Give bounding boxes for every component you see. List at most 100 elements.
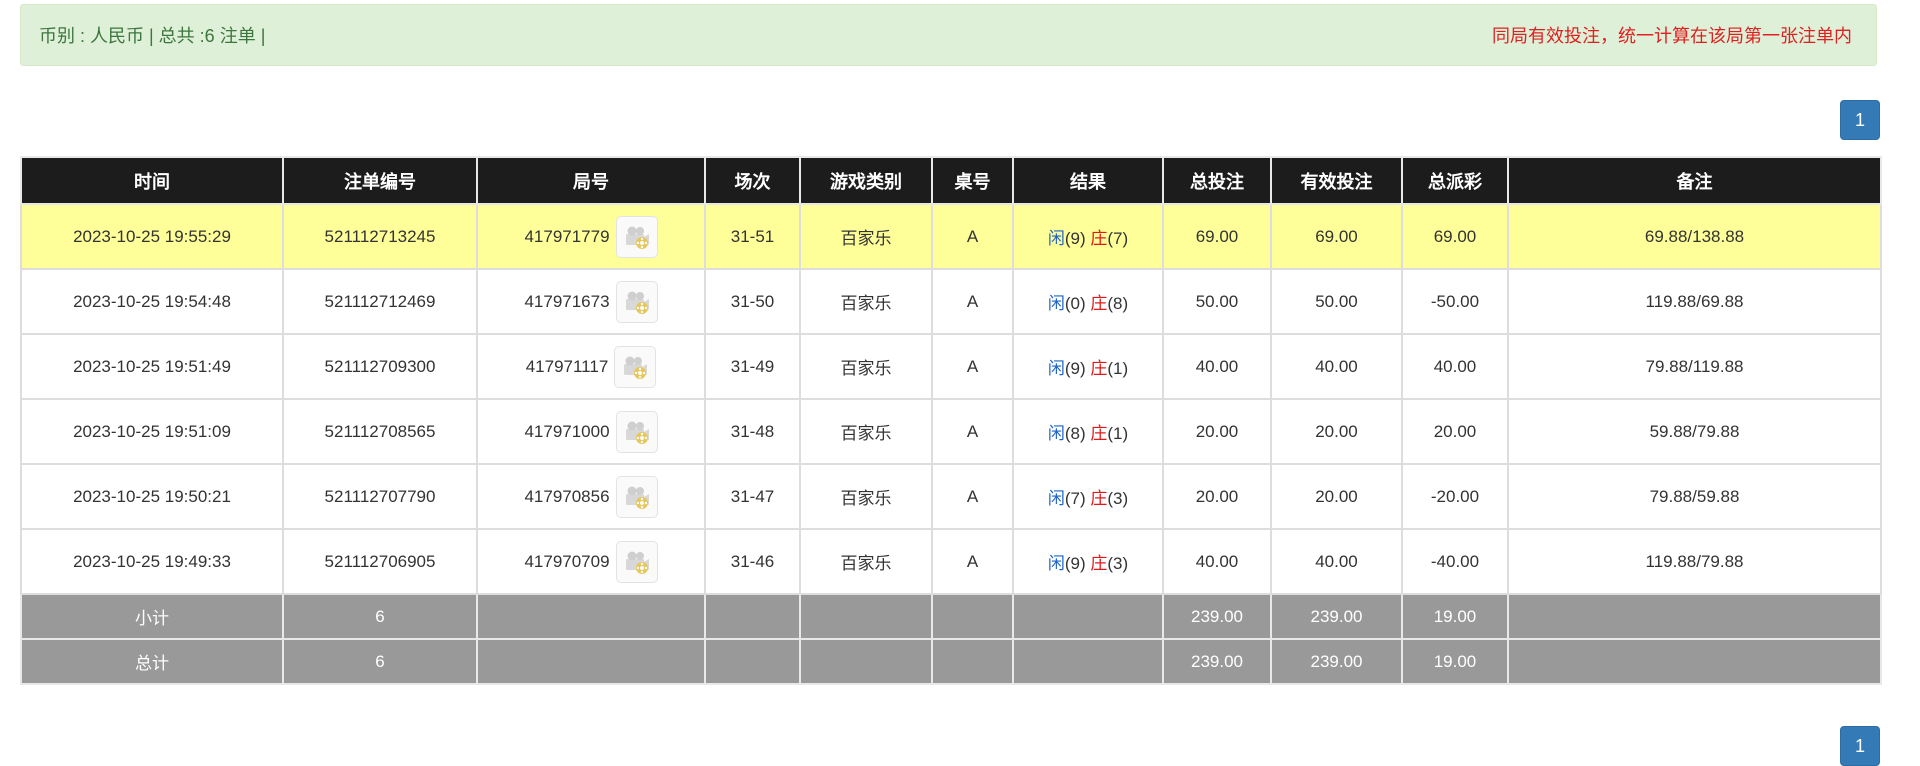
cell-table-no: A [931,528,1014,595]
round-no-value: 417971673 [524,291,610,311]
cell-game-type: 百家乐 [799,528,933,595]
cell-time: 2023-10-25 19:51:09 [20,398,284,465]
cell-session: 31-49 [704,333,801,400]
total-empty [799,593,933,640]
cell-note: 119.88/79.88 [1507,528,1882,595]
header-total-bet: 总投注 [1162,156,1272,205]
total-label: 小计 [20,593,284,640]
header-valid-bet: 有效投注 [1270,156,1403,205]
result-banker-label: 庄 [1090,229,1108,248]
round-no-wrap: 417971117 [525,345,657,388]
table-row: 2023-10-25 19:51:09 521112708565 417971000… [20,398,1882,465]
result-banker-score: (3) [1107,554,1129,573]
round-no-wrap: 417970709 [524,540,658,583]
info-bar: 币别 : 人民币 | 总共 :6 注单 | 同局有效投注，统一计算在该局第一张注… [20,4,1877,66]
total-label: 总计 [20,638,284,685]
table-header-row: 时间 注单编号 局号 场次 游戏类别 桌号 结果 总投注 有效投注 总派彩 备注 [20,156,1882,205]
table-row: 2023-10-25 19:50:21 521112707790 417970856… [20,463,1882,530]
total-count: 6 [282,638,478,685]
total-empty [704,638,801,685]
header-note: 备注 [1507,156,1882,205]
cell-bet-no: 521112708565 [282,398,478,465]
cell-payout: 69.00 [1401,203,1509,270]
table-row: 2023-10-25 19:49:33 521112706905 417970709… [20,528,1882,595]
header-payout: 总派彩 [1401,156,1509,205]
cell-payout: -40.00 [1401,528,1509,595]
cell-table-no: A [931,463,1014,530]
round-no-value: 417970856 [524,486,610,506]
header-round-no: 局号 [476,156,706,205]
cell-valid-bet: 20.00 [1270,398,1403,465]
cell-bet-no: 521112712469 [282,268,478,335]
cell-total-bet: 20.00 [1162,398,1272,465]
cell-round-no: 417970709 [476,528,706,595]
cell-time: 2023-10-25 19:51:49 [20,333,284,400]
cell-round-no: 417971673 [476,268,706,335]
result-player-score: (8) [1064,424,1086,443]
result-banker-score: (1) [1107,359,1129,378]
film-reel-icon[interactable] [615,475,658,518]
result-player-label: 闲 [1047,359,1065,378]
total-empty [931,638,1014,685]
total-valid-bet: 239.00 [1270,593,1403,640]
round-no-wrap: 417970856 [524,475,658,518]
film-reel-icon[interactable] [615,280,658,323]
cell-time: 2023-10-25 19:49:33 [20,528,284,595]
cell-result: 闲(9) 庄(1) [1012,333,1164,400]
cell-payout: -50.00 [1401,268,1509,335]
result-player-label: 闲 [1047,554,1065,573]
cell-result: 闲(0) 庄(8) [1012,268,1164,335]
film-reel-icon[interactable] [614,345,657,388]
result-player-label: 闲 [1047,424,1065,443]
cell-valid-bet: 40.00 [1270,528,1403,595]
cell-round-no: 417971117 [476,333,706,400]
cell-session: 31-46 [704,528,801,595]
cell-result: 闲(7) 庄(3) [1012,463,1164,530]
cell-note: 119.88/69.88 [1507,268,1882,335]
cell-total-bet: 69.00 [1162,203,1272,270]
pagination-page-button[interactable]: 1 [1840,100,1880,140]
cell-round-no: 417971000 [476,398,706,465]
cell-note: 69.88/138.88 [1507,203,1882,270]
total-empty [799,638,933,685]
round-no-value: 417971117 [525,356,609,376]
result-player-label: 闲 [1047,294,1065,313]
cell-valid-bet: 69.00 [1270,203,1403,270]
result-banker-label: 庄 [1090,359,1108,378]
result-banker-score: (3) [1107,489,1129,508]
round-no-wrap: 417971673 [524,280,658,323]
cell-note: 59.88/79.88 [1507,398,1882,465]
result-banker-label: 庄 [1090,489,1108,508]
cell-game-type: 百家乐 [799,333,933,400]
cell-valid-bet: 50.00 [1270,268,1403,335]
result-player-score: (9) [1064,229,1086,248]
cell-game-type: 百家乐 [799,203,933,270]
film-reel-icon[interactable] [615,540,658,583]
pagination-page-button-bottom[interactable]: 1 [1840,726,1880,766]
cell-round-no: 417971779 [476,203,706,270]
cell-total-bet: 20.00 [1162,463,1272,530]
cell-bet-no: 521112713245 [282,203,478,270]
result-banker-score: (7) [1107,229,1129,248]
cell-table-no: A [931,203,1014,270]
table-row: 2023-10-25 19:51:49 521112709300 417971117… [20,333,1882,400]
total-empty [1012,638,1164,685]
cell-time: 2023-10-25 19:54:48 [20,268,284,335]
cell-payout: -20.00 [1401,463,1509,530]
total-total-bet: 239.00 [1162,638,1272,685]
bet-records-table: 时间 注单编号 局号 场次 游戏类别 桌号 结果 总投注 有效投注 总派彩 备注 2023-10-2… [20,156,1882,685]
cell-session: 31-50 [704,268,801,335]
cell-table-no: A [931,333,1014,400]
film-reel-icon[interactable] [615,410,658,453]
header-session: 场次 [704,156,801,205]
film-reel-icon[interactable] [615,215,658,258]
total-payout: 19.00 [1401,638,1509,685]
result-banker-score: (8) [1107,294,1129,313]
result-player-score: (9) [1064,554,1086,573]
cell-table-no: A [931,398,1014,465]
total-empty [704,593,801,640]
cell-payout: 20.00 [1401,398,1509,465]
cell-payout: 40.00 [1401,333,1509,400]
cell-valid-bet: 40.00 [1270,333,1403,400]
cell-result: 闲(9) 庄(3) [1012,528,1164,595]
